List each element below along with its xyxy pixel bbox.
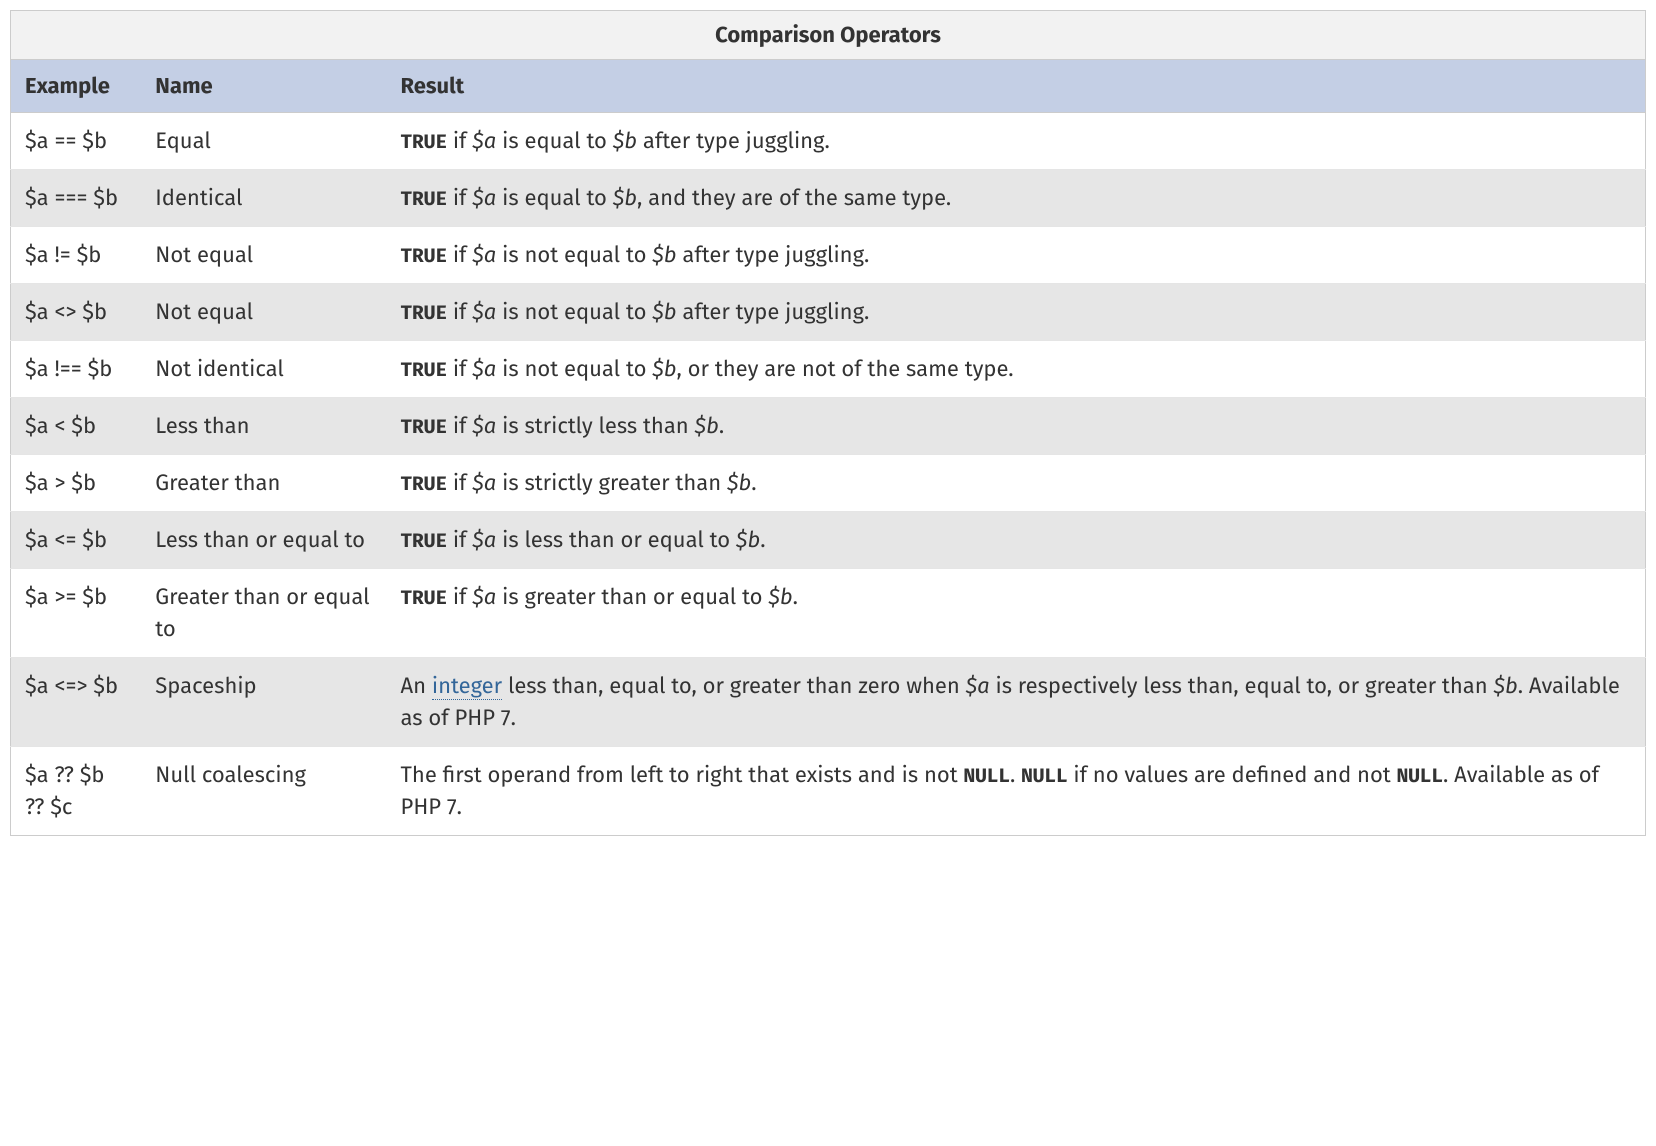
keyword-true: TRUE [401, 530, 447, 553]
var: $a [472, 469, 496, 496]
col-header-result: Result [387, 59, 1646, 112]
cell-example: $a <=> $b [11, 658, 142, 747]
cell-result: TRUE if $a is greater than or equal to $… [387, 569, 1646, 658]
var: $b [727, 469, 751, 496]
type-link-integer[interactable]: integer [432, 672, 502, 700]
table-row: $a ?? $b ?? $cNull coalescingThe first o… [11, 746, 1646, 835]
cell-result: TRUE if $a is equal to $b, and they are … [387, 169, 1646, 226]
cell-result: TRUE if $a is not equal to $b after type… [387, 226, 1646, 283]
var: $b [652, 355, 676, 382]
cell-example: $a != $b [11, 226, 142, 283]
var: $a [472, 298, 496, 325]
col-header-name: Name [141, 59, 386, 112]
var: $a [966, 672, 990, 699]
col-header-example: Example [11, 59, 142, 112]
cell-name: Not identical [141, 341, 386, 398]
table-row: $a < $bLess thanTRUE if $a is strictly l… [11, 398, 1646, 455]
cell-result: TRUE if $a is equal to $b after type jug… [387, 112, 1646, 169]
cell-result: TRUE if $a is not equal to $b, or they a… [387, 341, 1646, 398]
cell-name: Spaceship [141, 658, 386, 747]
cell-name: Greater than [141, 455, 386, 512]
keyword-true: TRUE [401, 587, 447, 610]
cell-example: $a ?? $b ?? $c [11, 746, 142, 835]
table-body: $a == $bEqualTRUE if $a is equal to $b a… [11, 112, 1646, 835]
table-row: $a <=> $bSpaceshipAn integer less than, … [11, 658, 1646, 747]
table-row: $a > $bGreater thanTRUE if $a is strictl… [11, 455, 1646, 512]
var: $b [736, 526, 760, 553]
var: $a [472, 526, 496, 553]
table-row: $a >= $bGreater than or equal toTRUE if … [11, 569, 1646, 658]
cell-name: Null coalescing [141, 746, 386, 835]
keyword-true: TRUE [401, 473, 447, 496]
cell-result: An integer less than, equal to, or great… [387, 658, 1646, 747]
cell-result: TRUE if $a is not equal to $b after type… [387, 283, 1646, 340]
cell-result: TRUE if $a is strictly less than $b. [387, 398, 1646, 455]
cell-name: Equal [141, 112, 386, 169]
cell-name: Greater than or equal to [141, 569, 386, 658]
cell-result: TRUE if $a is strictly greater than $b. [387, 455, 1646, 512]
var: $b [695, 412, 719, 439]
cell-example: $a === $b [11, 169, 142, 226]
keyword-true: TRUE [401, 188, 447, 211]
table-row: $a !== $bNot identicalTRUE if $a is not … [11, 341, 1646, 398]
var: $b [613, 127, 637, 154]
var: $a [472, 241, 496, 268]
table-caption: Comparison Operators [10, 10, 1646, 59]
keyword-null: NULL [1397, 765, 1443, 788]
var: $b [613, 184, 637, 211]
keyword-null: NULL [1021, 765, 1067, 788]
cell-result: TRUE if $a is less than or equal to $b. [387, 512, 1646, 569]
var: $b [1493, 672, 1517, 699]
var: $a [472, 412, 496, 439]
var: $a [472, 583, 496, 610]
table-row: $a == $bEqualTRUE if $a is equal to $b a… [11, 112, 1646, 169]
cell-example: $a !== $b [11, 341, 142, 398]
table-row: $a != $bNot equalTRUE if $a is not equal… [11, 226, 1646, 283]
cell-name: Identical [141, 169, 386, 226]
keyword-true: TRUE [401, 416, 447, 439]
table-row: $a <= $bLess than or equal toTRUE if $a … [11, 512, 1646, 569]
var: $a [472, 184, 496, 211]
comparison-operators-table: Comparison Operators Example Name Result… [10, 10, 1646, 836]
keyword-true: TRUE [401, 359, 447, 382]
keyword-true: TRUE [401, 131, 447, 154]
cell-name: Less than or equal to [141, 512, 386, 569]
cell-example: $a > $b [11, 455, 142, 512]
table-row: $a === $bIdenticalTRUE if $a is equal to… [11, 169, 1646, 226]
cell-example: $a >= $b [11, 569, 142, 658]
cell-name: Not equal [141, 283, 386, 340]
keyword-true: TRUE [401, 245, 447, 268]
var: $b [768, 583, 792, 610]
var: $a [472, 127, 496, 154]
cell-result: The first operand from left to right tha… [387, 746, 1646, 835]
table-row: $a <> $bNot equalTRUE if $a is not equal… [11, 283, 1646, 340]
var: $b [652, 241, 676, 268]
keyword-true: TRUE [401, 302, 447, 325]
cell-example: $a <> $b [11, 283, 142, 340]
table-header-row: Example Name Result [11, 59, 1646, 112]
cell-example: $a < $b [11, 398, 142, 455]
cell-name: Less than [141, 398, 386, 455]
cell-example: $a == $b [11, 112, 142, 169]
var: $b [652, 298, 676, 325]
cell-example: $a <= $b [11, 512, 142, 569]
cell-name: Not equal [141, 226, 386, 283]
var: $a [472, 355, 496, 382]
keyword-null: NULL [964, 765, 1010, 788]
